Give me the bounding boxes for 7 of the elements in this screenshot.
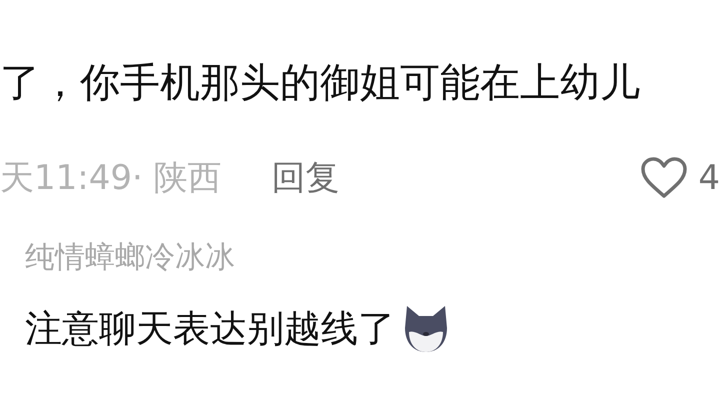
comment-timestamp: 天11:49· 陕西 bbox=[0, 156, 222, 200]
reply-button[interactable]: 回复 bbox=[272, 152, 340, 204]
comment-text: 了，你手机那头的御姐可能在上幼儿 bbox=[0, 59, 640, 108]
like-count: 4 bbox=[698, 156, 720, 200]
heart-icon[interactable] bbox=[640, 156, 688, 200]
reply-text: 注意聊天表达别越线了 bbox=[25, 306, 395, 352]
reply-username: 纯情蟑螂冷冰冰 bbox=[25, 239, 235, 277]
